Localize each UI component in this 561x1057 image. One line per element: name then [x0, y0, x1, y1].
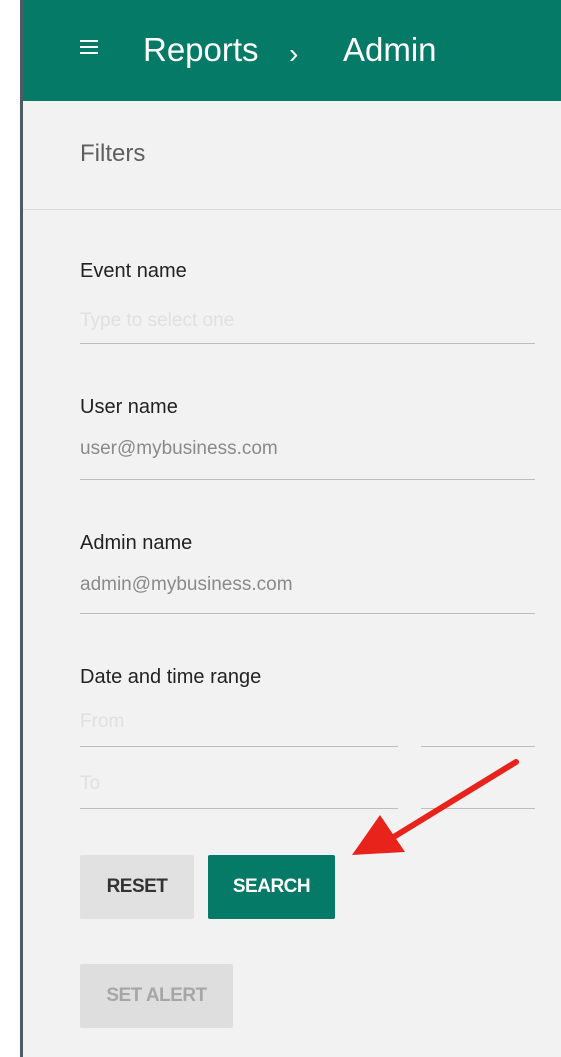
annotation-arrow-icon [352, 759, 519, 855]
arrow-shaft [389, 759, 519, 841]
